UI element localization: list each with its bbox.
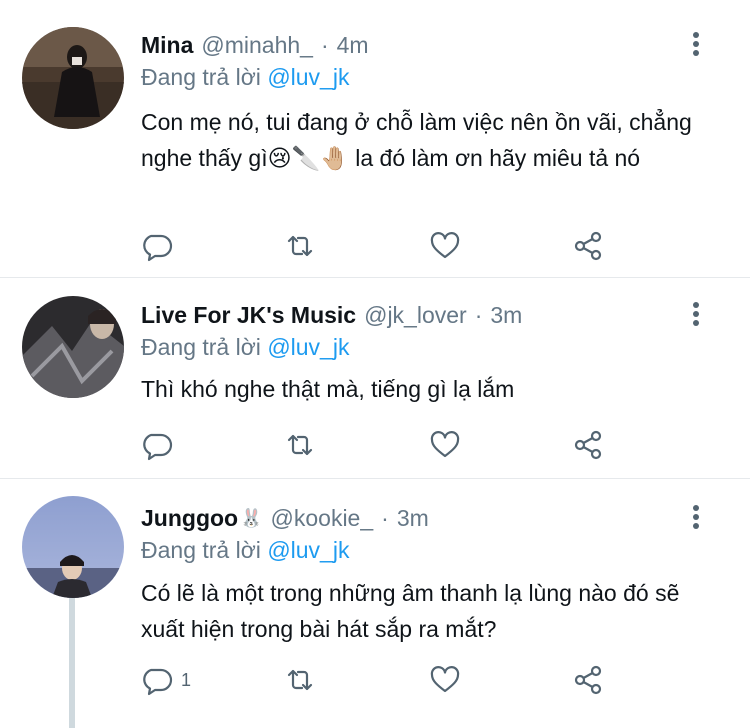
action-bar [141,427,621,463]
mention-link[interactable]: @luv_jk [267,334,349,360]
replying-to-label: Đang trả lời [141,334,261,360]
more-vertical-icon [693,505,699,529]
mention-link[interactable]: @luv_jk [267,64,349,90]
author-name[interactable]: Live For JK's Music [141,302,356,329]
more-options-button[interactable] [683,29,709,59]
comment-icon [143,234,173,262]
avatar-photo-junggoo [22,496,124,598]
more-vertical-icon [693,302,699,326]
more-vertical-icon [693,32,699,56]
share-icon [574,665,602,695]
action-bar: 1 [141,662,621,698]
author-handle[interactable]: @minahh_ [201,32,313,59]
retweet-button[interactable] [284,427,316,463]
tweet-header: Junggoo 🐰 @kookie_ · 3m [141,502,429,534]
tweet-text: Con mẹ nó, tui đang ở chỗ làm việc nên ồ… [141,109,692,171]
avatar-photo-mina [22,27,124,129]
retweet-icon [287,434,313,456]
comment-icon [143,668,173,696]
author-name[interactable]: Mina [141,32,193,59]
retweet-icon [287,235,313,257]
heart-icon [430,666,460,693]
reply-button[interactable]: 1 [141,662,191,698]
timestamp[interactable]: 3m [397,505,429,532]
more-options-button[interactable] [683,299,709,329]
share-button[interactable] [572,662,604,698]
tweet-header: Mina @minahh_ · 4m [141,29,369,61]
tweet-3[interactable]: Junggoo 🐰 @kookie_ · 3m Đang trả lời @lu… [0,479,750,728]
heart-icon [430,431,460,458]
author-name[interactable]: Junggoo [141,505,238,532]
separator-dot: · [381,504,389,531]
tweet-text: Thì khó nghe thật mà, tiếng gì lạ lắm [141,376,515,402]
mention-link[interactable]: @luv_jk [267,537,349,563]
avatar[interactable] [22,496,124,598]
replying-to: Đang trả lời @luv_jk [141,537,349,564]
replying-to: Đang trả lời @luv_jk [141,334,349,361]
like-button[interactable] [429,427,461,463]
share-button[interactable] [572,427,604,463]
tweet-header: Live For JK's Music @jk_lover · 3m [141,299,522,331]
separator-dot: · [320,31,329,58]
comment-icon [143,433,173,461]
timestamp[interactable]: 4m [337,32,369,59]
retweet-button[interactable] [284,228,316,264]
like-button[interactable] [429,228,461,264]
share-icon [574,231,602,261]
more-options-button[interactable] [683,502,709,532]
avatar-photo-live-for-jk [22,296,124,398]
share-button[interactable] [572,228,604,264]
share-icon [574,430,602,460]
reply-button[interactable] [141,427,181,463]
timestamp[interactable]: 3m [490,302,522,329]
replying-to-label: Đang trả lời [141,537,261,563]
action-bar [141,228,621,264]
author-handle[interactable]: @jk_lover [364,302,467,329]
avatar[interactable] [22,27,124,129]
tweet-text: Có lẽ là một trong những âm thanh lạ lùn… [141,580,680,642]
like-button[interactable] [429,662,461,698]
heart-icon [430,232,460,259]
retweet-button[interactable] [284,662,316,698]
replying-to: Đang trả lời @luv_jk [141,64,349,91]
reply-count: 1 [181,669,192,690]
reply-feed: Mina @minahh_ · 4m Đang trả lời @luv_jk … [0,0,750,728]
tweet-2[interactable]: Live For JK's Music @jk_lover · 3m Đang … [0,278,750,478]
replying-to-label: Đang trả lời [141,64,261,90]
tweet-1[interactable]: Mina @minahh_ · 4m Đang trả lời @luv_jk … [0,0,750,277]
reply-button[interactable] [141,228,181,264]
author-handle[interactable]: @kookie_ [271,505,374,532]
retweet-icon [287,669,313,691]
name-emoji: 🐰 [240,507,263,528]
avatar[interactable] [22,296,124,398]
separator-dot: · [474,301,483,328]
thread-line [69,598,75,728]
